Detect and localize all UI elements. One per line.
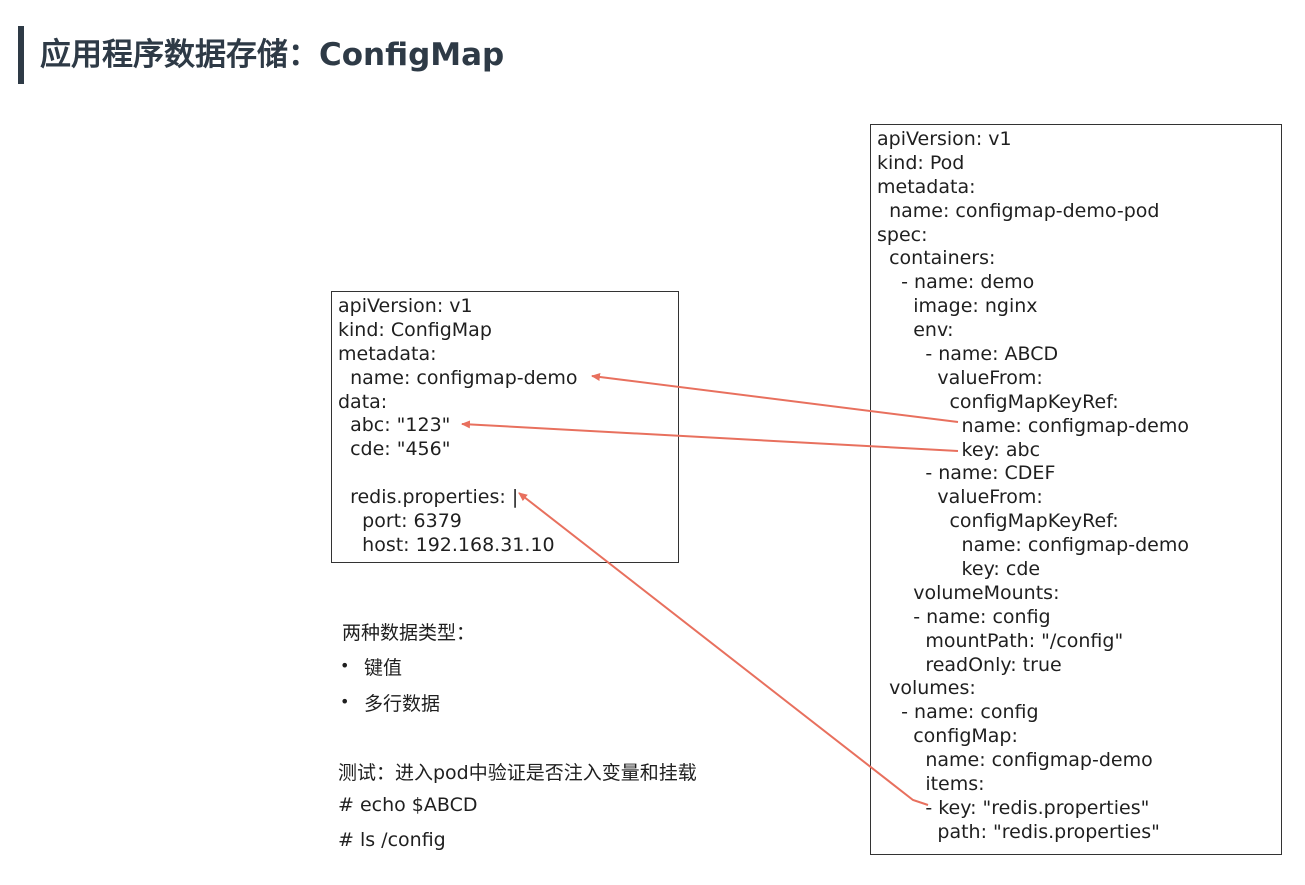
mapping-arrows: [461, 373, 959, 806]
arrow-redis-key-to-redis-properties: [518, 492, 929, 806]
arrow-name-to-configmap-name: [591, 373, 959, 423]
arrow-key-abc-to-data-abc: [461, 420, 959, 452]
